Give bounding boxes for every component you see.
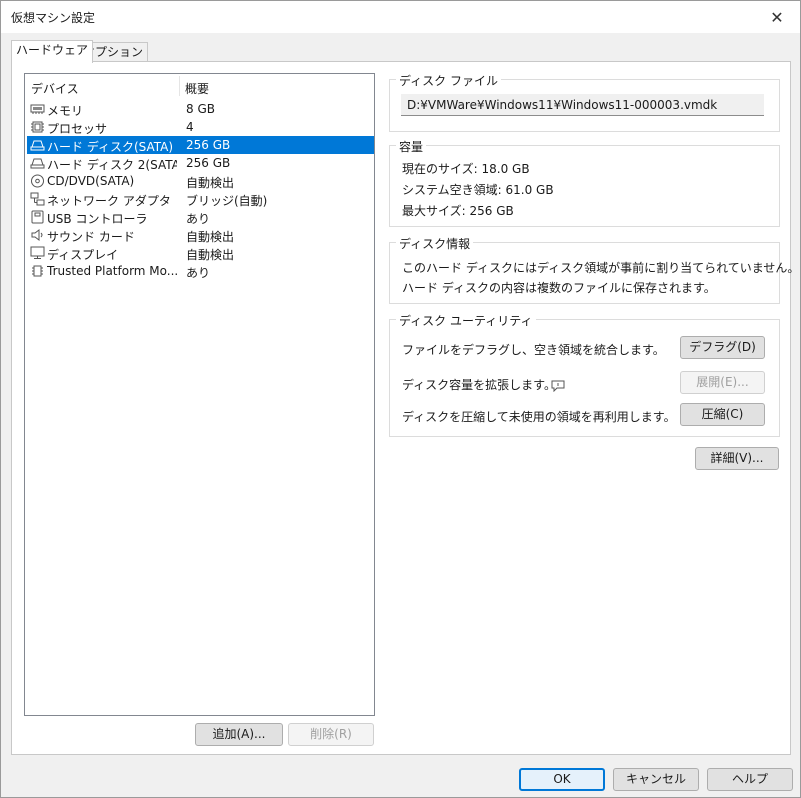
capacity-group-label: 容量	[396, 138, 427, 155]
help-button[interactable]: ヘルプ	[707, 768, 793, 791]
disk-utility-group-label: ディスク ユーティリティ	[396, 312, 536, 329]
column-header-summary[interactable]: 概要	[185, 80, 209, 97]
device-row-usb-controller[interactable]: USB コントローラ あり	[27, 208, 374, 226]
device-row-sound-card[interactable]: サウンド カード 自動検出	[27, 226, 374, 244]
device-name: Trusted Platform Mo...	[47, 264, 177, 278]
column-separator[interactable]	[179, 76, 180, 96]
device-summary: あり	[186, 212, 211, 226]
info-balloon-icon[interactable]	[551, 380, 565, 392]
expand-button[interactable]: 展開(E)...	[680, 371, 765, 394]
network-adapter-icon	[30, 192, 45, 206]
device-name: USB コントローラ	[47, 212, 148, 226]
disk-info-group-label: ディスク情報	[396, 235, 474, 252]
device-name: プロセッサ	[47, 122, 108, 136]
device-list-header: デバイス 概要	[25, 74, 374, 98]
cd-dvd-icon	[31, 174, 44, 188]
device-summary: 4	[186, 120, 194, 134]
remove-device-button[interactable]: 削除(R)	[288, 723, 374, 746]
sound-card-icon	[31, 229, 43, 241]
device-summary: 8 GB	[186, 102, 215, 116]
max-size-text: 最大サイズ: 256 GB	[402, 204, 514, 218]
vm-settings-dialog: 仮想マシン設定 ✕ ハードウェア オプション デバイス 概要 メモリ 8 GB	[0, 0, 801, 798]
close-icon: ✕	[770, 7, 784, 27]
device-name: メモリ	[47, 104, 84, 118]
disk-info-line-1: このハード ディスクにはディスク領域が事前に割り当てられていません。	[402, 261, 800, 275]
device-summary: 256 GB	[186, 156, 231, 170]
defrag-button[interactable]: デフラグ(D)	[680, 336, 765, 359]
device-row-display[interactable]: ディスプレイ 自動検出	[27, 244, 374, 262]
device-summary: 自動検出	[186, 230, 235, 244]
current-size-text: 現在のサイズ: 18.0 GB	[402, 162, 530, 176]
display-icon	[30, 246, 45, 259]
tpm-icon	[32, 265, 43, 277]
defrag-description: ファイルをデフラグし、空き領域を統合します。	[402, 343, 665, 357]
device-summary: 自動検出	[186, 248, 235, 262]
column-header-device[interactable]: デバイス	[31, 80, 79, 97]
usb-icon	[31, 210, 44, 224]
add-device-button[interactable]: 追加(A)...	[195, 723, 283, 746]
compact-description: ディスクを圧縮して未使用の領域を再利用します。	[402, 410, 676, 424]
system-free-space-text: システム空き領域: 61.0 GB	[402, 183, 554, 197]
device-summary: あり	[186, 266, 211, 280]
device-row-cd-dvd[interactable]: CD/DVD(SATA) 自動検出	[27, 172, 374, 190]
tab-hardware[interactable]: ハードウェア	[11, 40, 94, 63]
device-row-network-adapter[interactable]: ネットワーク アダプタ ブリッジ(自動)	[27, 190, 374, 208]
device-row-processor[interactable]: プロセッサ 4	[27, 118, 374, 136]
disk-file-path-field[interactable]: D:¥VMWare¥Windows11¥Windows11-000003.vmd…	[401, 94, 764, 116]
device-name: ハード ディスク(SATA)	[47, 140, 174, 154]
advanced-button[interactable]: 詳細(V)...	[695, 447, 779, 470]
cancel-button[interactable]: キャンセル	[613, 768, 699, 791]
close-button[interactable]: ✕	[754, 1, 800, 33]
disk-file-group-label: ディスク ファイル	[396, 72, 501, 89]
hard-disk-icon	[30, 158, 45, 169]
device-row-tpm[interactable]: Trusted Platform Mo... あり	[27, 262, 374, 280]
hard-disk-icon	[30, 140, 45, 151]
compact-button[interactable]: 圧縮(C)	[680, 403, 765, 426]
capacity-group: 容量 現在のサイズ: 18.0 GB システム空き領域: 61.0 GB 最大サ…	[389, 138, 780, 227]
device-name: CD/DVD(SATA)	[47, 174, 135, 188]
device-name: ハード ディスク 2(SATA)	[47, 158, 177, 172]
tab-hardware-label: ハードウェア	[16, 43, 89, 57]
device-summary: 自動検出	[186, 176, 235, 190]
disk-info-line-2: ハード ディスクの内容は複数のファイルに保存されます。	[402, 281, 716, 295]
ok-button[interactable]: OK	[519, 768, 605, 791]
device-list[interactable]: デバイス 概要 メモリ 8 GB プロセッサ 4 ハード ディスク(SATA) …	[24, 73, 375, 716]
hardware-panel: デバイス 概要 メモリ 8 GB プロセッサ 4 ハード ディスク(SATA) …	[11, 61, 799, 755]
device-name: ネットワーク アダプタ	[47, 194, 171, 208]
processor-icon	[31, 121, 44, 133]
device-row-hard-disk-2-sata[interactable]: ハード ディスク 2(SATA) 256 GB	[27, 154, 374, 172]
disk-utility-group: ディスク ユーティリティ ファイルをデフラグし、空き領域を統合します。 デフラグ…	[389, 312, 780, 437]
memory-icon	[30, 104, 45, 114]
device-row-hard-disk-sata[interactable]: ハード ディスク(SATA) 256 GB	[27, 136, 374, 154]
disk-info-group: ディスク情報 このハード ディスクにはディスク領域が事前に割り当てられていません…	[389, 235, 799, 304]
window-title: 仮想マシン設定	[11, 11, 96, 25]
title-bar: 仮想マシン設定 ✕	[1, 1, 800, 33]
expand-description: ディスク容量を拡張します。	[402, 376, 565, 393]
device-summary: ブリッジ(自動)	[186, 194, 268, 208]
device-name: サウンド カード	[47, 230, 135, 244]
expand-description-text: ディスク容量を拡張します。	[402, 378, 556, 392]
disk-file-group: ディスク ファイル D:¥VMWare¥Windows11¥Windows11-…	[389, 72, 780, 132]
device-name: ディスプレイ	[47, 248, 119, 262]
device-summary: 256 GB	[186, 138, 231, 152]
device-row-memory[interactable]: メモリ 8 GB	[27, 100, 374, 118]
